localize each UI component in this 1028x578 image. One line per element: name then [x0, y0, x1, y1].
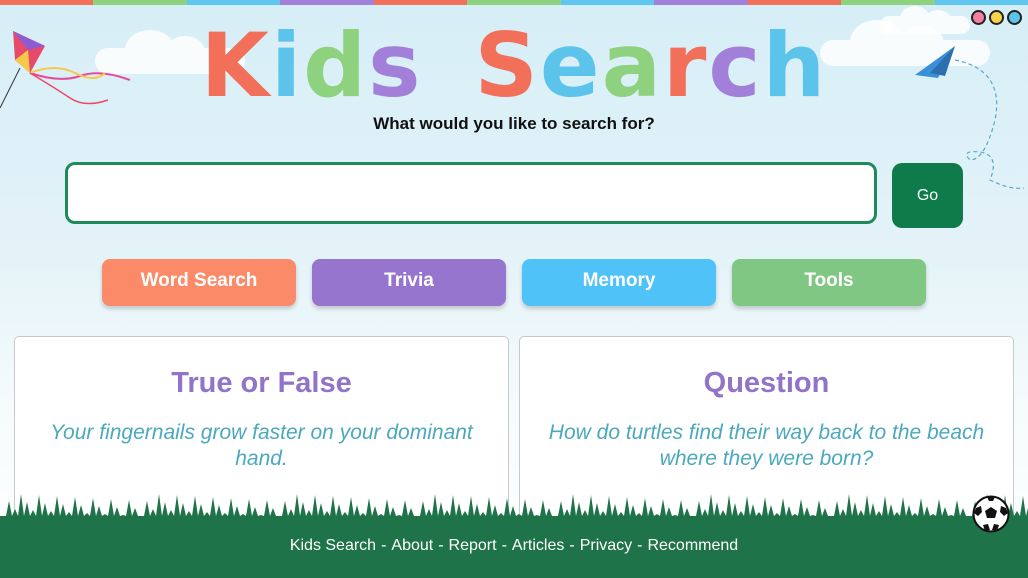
card-text: How do turtles find their way back to th… — [548, 421, 985, 470]
topbar-segment — [0, 0, 94, 5]
title-letter: i — [270, 14, 304, 117]
card-title: True or False — [171, 367, 352, 399]
title-letter: s — [368, 14, 423, 117]
topbar-segment — [934, 0, 1028, 5]
footer-link-report[interactable]: Report — [449, 537, 497, 554]
category-button-tools[interactable]: Tools — [732, 259, 926, 306]
footer-link-kids-search[interactable]: Kids Search — [290, 537, 376, 554]
footer-separator: - — [569, 537, 575, 554]
category-button-word-search[interactable]: Word Search — [102, 259, 296, 306]
footer-link-recommend[interactable]: Recommend — [647, 537, 738, 554]
title-letter: r — [663, 14, 709, 117]
topbar-segment — [186, 0, 281, 5]
site-logo-title: Kids Search — [0, 18, 1028, 114]
topbar-segment — [841, 0, 935, 5]
topbar-segment — [654, 0, 748, 5]
category-button-trivia[interactable]: Trivia — [312, 259, 506, 306]
search-input[interactable] — [65, 162, 877, 224]
title-letter: e — [539, 14, 602, 117]
title-letter: S — [474, 14, 540, 117]
title-letter: c — [708, 14, 763, 117]
top-color-bar — [0, 0, 1028, 5]
card-title: Question — [703, 367, 830, 399]
footer-separator: - — [438, 537, 444, 554]
topbar-segment — [560, 0, 655, 5]
title-letter: h — [762, 14, 828, 117]
footer-separator: - — [501, 537, 507, 554]
topbar-segment — [373, 0, 468, 5]
title-letter: a — [601, 14, 663, 117]
topbar-segment — [747, 0, 842, 5]
search-prompt: What would you like to search for? — [373, 114, 655, 133]
soccer-ball-icon[interactable] — [972, 495, 1010, 533]
title-letter: K — [200, 14, 271, 117]
title-letter: d — [303, 14, 369, 117]
category-button-memory[interactable]: Memory — [522, 259, 716, 306]
card-text: Your fingernails grow faster on your dom… — [50, 421, 473, 470]
go-button[interactable]: Go — [892, 163, 963, 228]
topbar-segment — [280, 0, 374, 5]
footer-link-privacy[interactable]: Privacy — [580, 537, 632, 554]
footer: Kids Search - About - Report - Articles - Privac… — [0, 524, 1028, 578]
footer-link-articles[interactable]: Articles — [512, 537, 564, 554]
topbar-segment — [93, 0, 187, 5]
footer-link-about[interactable]: About — [391, 537, 433, 554]
footer-separator: - — [637, 537, 643, 554]
topbar-segment — [467, 0, 561, 5]
footer-separator: - — [381, 537, 387, 554]
